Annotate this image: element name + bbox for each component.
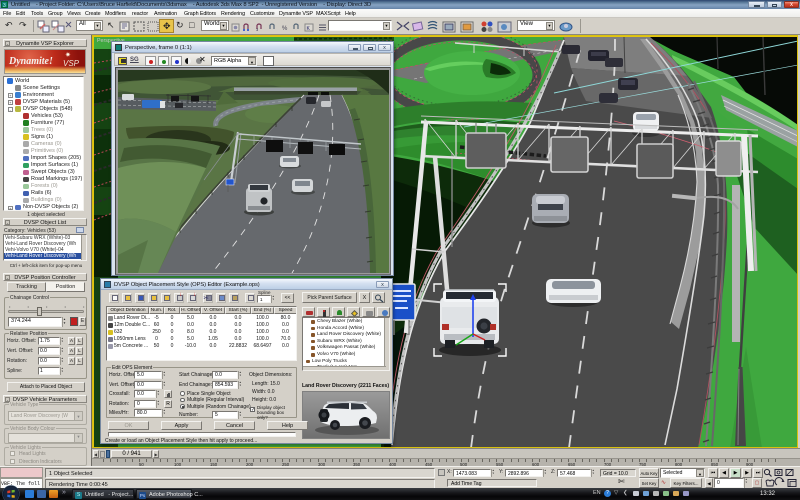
svg-text:%: %: [282, 26, 288, 32]
svg-text:3: 3: [256, 27, 259, 32]
